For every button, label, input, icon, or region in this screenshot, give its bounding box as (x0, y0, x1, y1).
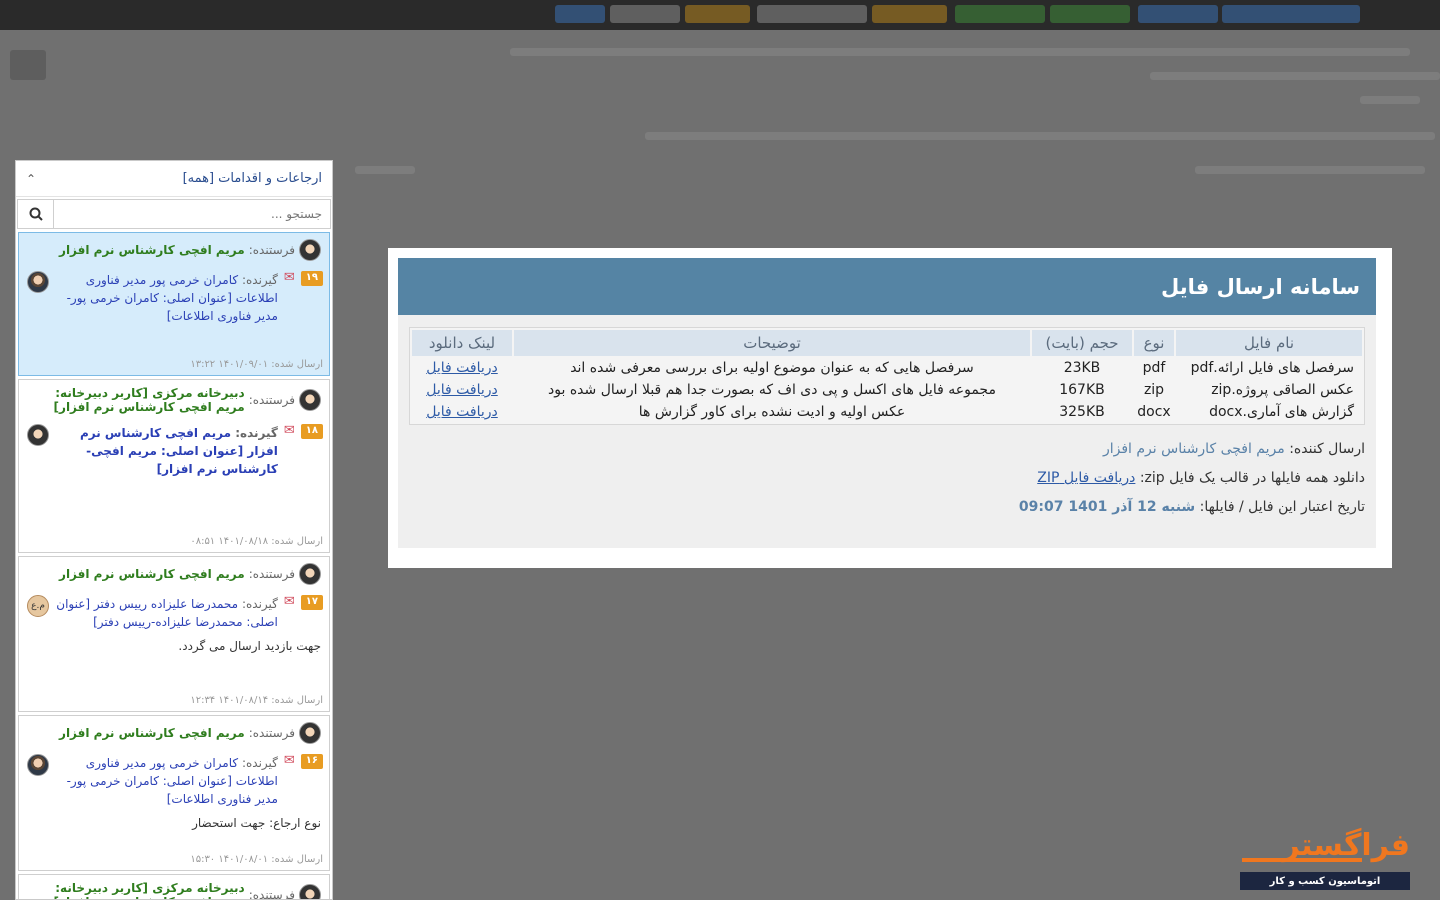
card-sender: فرستنده: مریم افچی کارشناس نرم افزار (19, 233, 329, 261)
sender-info: ارسال کننده: مریم افچی کارشناس نرم افزار (1102, 441, 1365, 457)
col-description: توضیحات (514, 330, 1030, 356)
sender-name[interactable]: مریم افچی کارشناس نرم افزار (59, 567, 245, 581)
table-row: سرفصل های فایل ارائه.pdf pdf 23KB سرفصل … (412, 358, 1362, 378)
expiry-date: شنبه 12 آذر 1401 09:07 (1018, 499, 1196, 515)
envelope-icon: ✉ (283, 270, 295, 285)
file-type: docx (1137, 404, 1171, 420)
file-description: عکس اولیه و ادیت نشده برای کاور گزارش ها (638, 404, 906, 420)
table-header-row: نام فایل نوع حجم (بایت) توضیحات لینک دان… (412, 330, 1362, 356)
referral-note: جهت بازدید ارسال می گردد. (178, 639, 321, 653)
expiry-info: تاریخ اعتبار این فایل / فایلها: شنبه 12 … (1018, 499, 1365, 515)
zip-download-link[interactable]: دریافت فایل ZIP (1037, 470, 1135, 486)
modal-sender-name: مریم افچی کارشناس نرم افزار (1102, 441, 1285, 457)
sent-time: ارسال شده: ۱۴۰۱/۰۸/۰۱ ۱۵:۳۰ (190, 854, 323, 865)
file-transfer-modal: سامانه ارسال فایل نام فایل نوع حجم (بایت… (388, 248, 1392, 568)
file-type: pdf (1142, 360, 1166, 376)
referral-number: ۱۷ (300, 595, 323, 610)
sender-avatar (299, 884, 321, 899)
referrals-panel: ارجاعات و اقدامات [همه] ⌃ فرستنده: مریم … (15, 160, 333, 900)
download-link[interactable]: دریافت فایل (426, 404, 498, 420)
referral-card[interactable]: فرستنده: مریم افچی کارشناس نرم افزار ۱۶ … (18, 715, 330, 871)
file-description: مجموعه فایل های اکسل و پی دی اف که بصورت… (548, 382, 996, 398)
envelope-open-icon: ✉ (283, 423, 295, 438)
sender-avatar (299, 563, 321, 585)
sent-time: ارسال شده: ۱۴۰۱/۰۸/۱۴ ۱۲:۳۴ (190, 695, 323, 706)
card-sender: فرستنده: دبیرخانه مرکزی [کاربر دبیرخانه:… (19, 380, 329, 414)
download-link[interactable]: دریافت فایل (426, 360, 498, 376)
files-table: نام فایل نوع حجم (بایت) توضیحات لینک دان… (409, 327, 1365, 425)
sender-name[interactable]: مریم افچی کارشناس نرم افزار (59, 243, 245, 257)
referral-number: ۱۸ (300, 424, 323, 439)
sender-name[interactable]: دبیرخانه مرکزی [کاربر دبیرخانه: مریم افچ… (27, 386, 245, 414)
recipient-avatar (27, 754, 49, 776)
recipient-avatar (27, 271, 49, 293)
file-description: سرفصل هایی که به عنوان موضوع اولیه برای … (570, 360, 974, 376)
referral-type: نوع ارجاع: جهت استحضار (192, 816, 321, 830)
col-size: حجم (بایت) (1032, 330, 1132, 356)
recipient-text[interactable]: گیرنده: کامران خرمی پور مدیر فناوری اطلا… (55, 754, 278, 808)
referral-card[interactable]: فرستنده: دبیرخانه مرکزی [کاربر دبیرخانه:… (18, 379, 330, 553)
sender-name[interactable]: مریم افچی کارشناس نرم افزار (59, 726, 245, 740)
panel-title[interactable]: ارجاعات و اقدامات [همه] (183, 171, 322, 186)
search-button[interactable] (18, 200, 54, 228)
recipient-text[interactable]: گیرنده: مریم افچی کارشناس نرم افزار [عنو… (55, 424, 278, 478)
envelope-icon: ✉ (283, 753, 295, 768)
sender-avatar (299, 389, 321, 411)
modal-title: سامانه ارسال فایل (398, 258, 1376, 315)
file-size: 167KB (1059, 382, 1105, 398)
card-sender: فرستنده: مریم افچی کارشناس نرم افزار (19, 557, 329, 585)
referral-card[interactable]: فرستنده: دبیرخانه مرکزی [کاربر دبیرخانه:… (18, 874, 330, 899)
zip-download-info: دانلود همه فایلها در قالب یک فایل zip: د… (1037, 470, 1365, 486)
brand-tagline: اتوماسیون کسب و کار (1240, 872, 1410, 890)
download-link[interactable]: دریافت فایل (426, 382, 498, 398)
search-icon (29, 207, 43, 221)
brand-name: فراگستر (1282, 828, 1410, 863)
referral-number: ۱۹ (300, 271, 323, 286)
table-row: عکس الصاقی پروژه.zip zip 167KB مجموعه فا… (412, 380, 1362, 400)
recipient-text[interactable]: گیرنده: محمدرضا علیزاده رییس دفتر [عنوان… (55, 595, 278, 631)
col-type: نوع (1134, 330, 1174, 356)
referral-card[interactable]: فرستنده: مریم افچی کارشناس نرم افزار ۱۹ … (18, 232, 330, 376)
file-size: 325KB (1059, 404, 1105, 420)
sender-avatar (299, 722, 321, 744)
file-name: گزارش های آماری.docx (1209, 404, 1354, 420)
sender-avatar (299, 239, 321, 261)
card-sender: فرستنده: مریم افچی کارشناس نرم افزار (19, 716, 329, 744)
table-row: گزارش های آماری.docx docx 325KB عکس اولی… (412, 402, 1362, 422)
sent-time: ارسال شده: ۱۴۰۱/۰۹/۰۱ ۱۳:۲۲ (190, 359, 323, 370)
file-type: zip (1143, 382, 1165, 398)
envelope-icon: ✉ (283, 594, 295, 609)
brand-logo: فراگستر اتوماسیون کسب و کار (1238, 828, 1410, 890)
file-size: 23KB (1063, 360, 1101, 376)
search-input[interactable] (54, 200, 330, 228)
file-name: عکس الصاقی پروژه.zip (1211, 382, 1354, 398)
file-name: سرفصل های فایل ارائه.pdf (1190, 360, 1354, 376)
referral-card[interactable]: فرستنده: مریم افچی کارشناس نرم افزار ۱۷ … (18, 556, 330, 712)
sent-time: ارسال شده: ۱۴۰۱/۰۸/۱۸ ۰۸:۵۱ (190, 536, 323, 547)
referral-number: ۱۶ (300, 754, 323, 769)
recipient-avatar (27, 424, 49, 446)
panel-header: ارجاعات و اقدامات [همه] ⌃ (16, 161, 332, 197)
col-filename: نام فایل (1176, 330, 1362, 356)
sender-name[interactable]: دبیرخانه مرکزی [کاربر دبیرخانه: مریم افچ… (27, 881, 245, 899)
recipient-text[interactable]: گیرنده: کامران خرمی پور مدیر فناوری اطلا… (55, 271, 278, 325)
recipient-avatar: م.ع (27, 595, 49, 617)
search-bar (17, 199, 331, 229)
top-toolbar (0, 0, 1440, 30)
chevron-up-icon[interactable]: ⌃ (26, 172, 36, 186)
col-download: لینک دانلود (412, 330, 512, 356)
card-sender: فرستنده: دبیرخانه مرکزی [کاربر دبیرخانه:… (19, 875, 329, 899)
